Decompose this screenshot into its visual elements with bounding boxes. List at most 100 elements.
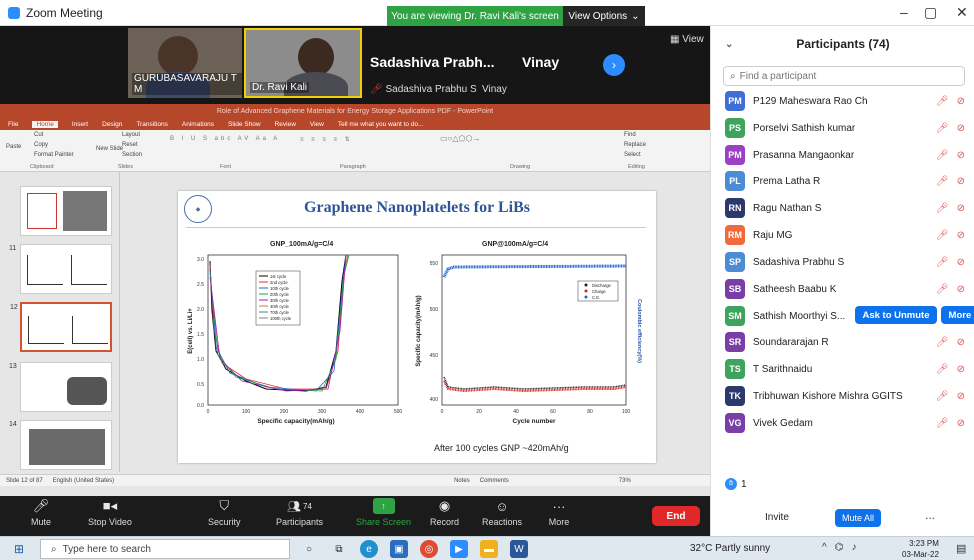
taskbar-clock[interactable]: 3:23 PM 03-Mar-22: [902, 538, 939, 560]
left-plot-title: GNP_100mA/g=C/4: [270, 241, 334, 248]
participant-more-button[interactable]: More >: [941, 306, 974, 324]
new-slide-button[interactable]: New Slide: [96, 146, 123, 152]
end-button[interactable]: End: [652, 506, 700, 526]
more-button[interactable]: ··· More: [548, 498, 570, 528]
comments-button[interactable]: Comments: [480, 478, 509, 484]
view-options-button[interactable]: View Options ⌄: [563, 6, 645, 26]
participant-row[interactable]: PL Prema Latha R 🎤︎ ⊘: [725, 170, 973, 192]
participant-status-icons: 🎤︎ ⊘: [936, 96, 965, 107]
format-painter-button[interactable]: Format Painter: [34, 152, 74, 158]
tab-file[interactable]: File: [8, 121, 18, 128]
participant-search-input[interactable]: [739, 70, 940, 82]
next-page-button[interactable]: ›: [603, 54, 625, 76]
participant-row[interactable]: PS Porselvi Sathish kumar 🎤︎ ⊘: [725, 117, 973, 139]
tab-insert[interactable]: Insert: [72, 121, 88, 128]
tab-view[interactable]: View: [310, 121, 324, 128]
mute-all-button[interactable]: Mute All: [835, 509, 881, 527]
language-indicator[interactable]: English (United States): [53, 478, 114, 484]
font-controls[interactable]: B I U S abc AV Aa A: [170, 136, 280, 142]
tab-transitions[interactable]: Transitions: [136, 121, 168, 128]
cortana-icon[interactable]: ○: [300, 540, 318, 558]
zoom-level[interactable]: 73%: [619, 478, 631, 484]
section-button[interactable]: Section: [122, 152, 142, 158]
network-icon[interactable]: ⌬: [835, 542, 844, 553]
slide-note: After 100 cycles GNP ~420mAh/g: [434, 443, 569, 453]
panel-more-button[interactable]: ...: [925, 508, 935, 522]
slide-thumbnail-selected[interactable]: 12: [10, 302, 112, 352]
paragraph-controls[interactable]: ≡ ≡ ≡ ≡ ⇅: [300, 136, 353, 143]
tab-slideshow[interactable]: Slide Show: [228, 121, 261, 128]
participant-row[interactable]: RN Ragu Nathan S 🎤︎ ⊘: [725, 197, 973, 219]
windows-start-icon[interactable]: ⊞: [14, 542, 24, 556]
video-tile[interactable]: GURUBASAVARAJU T M: [128, 28, 242, 98]
maximize-icon[interactable]: ▢: [924, 4, 937, 21]
participant-row[interactable]: PM Prasanna Mangaonkar 🎤︎ ⊘: [725, 144, 973, 166]
group-label: Drawing: [510, 164, 531, 170]
edge-icon[interactable]: e: [360, 540, 378, 558]
task-view-icon[interactable]: ⧉: [330, 540, 348, 558]
layout-button[interactable]: Layout: [122, 132, 140, 138]
find-button[interactable]: Find: [624, 132, 636, 138]
select-button[interactable]: Select: [624, 152, 641, 158]
stop-video-button[interactable]: ■◂ Stop Video: [88, 498, 132, 527]
video-tile-active[interactable]: Dr. Ravi Kali: [244, 28, 362, 98]
close-icon[interactable]: ✕: [956, 4, 968, 21]
chevron-up-icon[interactable]: ^: [822, 542, 827, 553]
mute-button[interactable]: 🎤︎ Mute: [30, 498, 52, 527]
participant-status-icons: 🎤︎ ⊘: [936, 418, 965, 429]
volume-icon[interactable]: ♪: [851, 542, 856, 553]
file-explorer-icon[interactable]: ▬: [480, 540, 498, 558]
participant-row[interactable]: SP Sadashiva Prabhu S 🎤︎ ⊘: [725, 251, 973, 273]
view-button[interactable]: ▦ View: [670, 34, 704, 45]
window-controls-2: ▢: [924, 4, 937, 21]
cut-button[interactable]: Cut: [34, 132, 43, 138]
raised-hands[interactable]: ✋︎ 1: [725, 478, 747, 490]
mic-muted-icon: 🎤︎: [935, 363, 949, 375]
security-button[interactable]: ⛉ Security: [208, 498, 241, 527]
ask-to-unmute-button[interactable]: Ask to Unmute: [855, 306, 937, 324]
replace-button[interactable]: Replace: [624, 142, 646, 148]
store-icon[interactable]: ▣: [390, 540, 408, 558]
slide-thumbnail[interactable]: 14: [9, 420, 112, 470]
copy-button[interactable]: Copy: [34, 142, 48, 148]
chrome-icon[interactable]: ◎: [420, 540, 438, 558]
tab-design[interactable]: Design: [102, 121, 122, 128]
participant-search[interactable]: ⌕: [723, 66, 965, 86]
participant-row[interactable]: SB Satheesh Baabu K 🎤︎ ⊘: [725, 278, 973, 300]
participant-row[interactable]: RM Raju MG 🎤︎ ⊘: [725, 224, 973, 246]
video-gallery: GURUBASAVARAJU T M Dr. Ravi Kali Sadashi…: [0, 26, 710, 104]
tell-me-box[interactable]: Tell me what you want to do...: [338, 121, 424, 128]
tab-review[interactable]: Review: [275, 121, 296, 128]
notes-button[interactable]: Notes: [454, 478, 470, 484]
reactions-button[interactable]: ☺ Reactions: [482, 498, 522, 528]
participant-row[interactable]: SR Soundararajan R 🎤︎ ⊘: [725, 331, 973, 353]
word-icon[interactable]: W: [510, 540, 528, 558]
slide-thumbnail[interactable]: [20, 186, 112, 236]
shapes-gallery[interactable]: ▭○△⬠⬡→: [440, 134, 480, 143]
zoom-app-icon[interactable]: ▶: [450, 540, 468, 558]
current-slide: ◆ Graphene Nanoplatelets for LiBs GNP_10…: [178, 191, 656, 463]
chevron-right-icon: ›: [612, 58, 616, 72]
weather-widget[interactable]: 32°C Partly sunny: [690, 543, 770, 554]
taskbar-search[interactable]: ⌕ Type here to search: [40, 539, 290, 559]
participant-row[interactable]: SM Sathish Moorthyi S... Ask to Unmute More…: [725, 305, 974, 327]
slide-thumbnail[interactable]: 13: [9, 362, 112, 412]
avatar: TK: [725, 386, 745, 406]
participant-row[interactable]: PM P129 Maheswara Rao Ch 🎤︎ ⊘: [725, 90, 973, 112]
invite-button[interactable]: Invite: [765, 512, 789, 523]
share-screen-button[interactable]: ↑ Share Screen: [356, 498, 411, 527]
notifications-icon[interactable]: ▤: [956, 542, 966, 555]
participant-row[interactable]: TS T Sarithnaidu 🎤︎ ⊘: [725, 358, 973, 380]
tab-animations[interactable]: Animations: [182, 121, 214, 128]
tab-home[interactable]: Home: [32, 120, 58, 128]
minimize-icon[interactable]: –: [900, 4, 908, 20]
participant-row[interactable]: VG Vivek Gedam 🎤︎ ⊘: [725, 412, 973, 434]
participant-row[interactable]: TK Tribhuwan Kishore Mishra GGITS 🎤︎ ⊘: [725, 385, 973, 407]
slide-thumbnail[interactable]: 11: [9, 244, 112, 294]
participants-button[interactable]: 👥︎ 74 Participants: [276, 498, 323, 528]
ytick: 0.5: [197, 382, 204, 388]
chevron-down-icon[interactable]: ⌄: [725, 39, 733, 50]
paste-button[interactable]: Paste: [6, 144, 21, 150]
reset-button[interactable]: Reset: [122, 142, 138, 148]
record-button[interactable]: ◉ Record: [430, 498, 459, 527]
